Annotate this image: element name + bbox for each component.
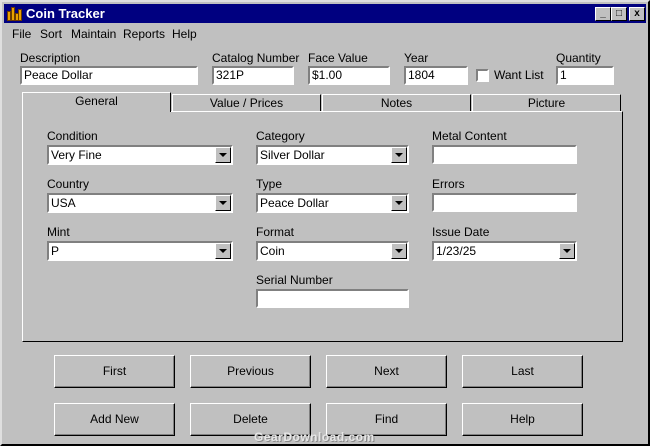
face-value-label: Face Value: [308, 51, 368, 65]
menu-file[interactable]: File: [12, 27, 31, 41]
chevron-down-icon[interactable]: [391, 147, 407, 163]
title-bar: Coin Tracker _ □ x: [4, 4, 646, 23]
help-button[interactable]: Help: [462, 403, 583, 436]
tab-general[interactable]: General: [22, 92, 171, 112]
year-field[interactable]: 1804: [404, 66, 468, 85]
want-list-label: Want List: [494, 68, 544, 82]
maximize-button[interactable]: □: [611, 7, 627, 21]
chevron-down-icon[interactable]: [215, 243, 231, 259]
condition-label: Condition: [47, 129, 98, 143]
chevron-down-icon[interactable]: [391, 243, 407, 259]
face-value-field[interactable]: $1.00: [308, 66, 390, 85]
format-label: Format: [256, 225, 295, 239]
issue-date-picker[interactable]: 1/23/25: [432, 241, 577, 261]
first-button[interactable]: First: [54, 355, 175, 388]
category-value: Silver Dollar: [260, 148, 325, 162]
format-dropdown[interactable]: Coin: [256, 241, 409, 261]
year-label: Year: [404, 51, 429, 65]
metal-content-field[interactable]: [432, 145, 577, 164]
country-label: Country: [47, 177, 90, 191]
condition-dropdown[interactable]: Very Fine: [47, 145, 233, 165]
watermark-text: GearDownload.com: [254, 430, 375, 444]
category-dropdown[interactable]: Silver Dollar: [256, 145, 409, 165]
type-dropdown[interactable]: Peace Dollar: [256, 193, 409, 213]
previous-button[interactable]: Previous: [190, 355, 311, 388]
chevron-down-icon[interactable]: [391, 195, 407, 211]
country-dropdown[interactable]: USA: [47, 193, 233, 213]
menu-sort[interactable]: Sort: [40, 27, 62, 41]
condition-value: Very Fine: [51, 148, 102, 162]
chevron-down-icon[interactable]: [559, 243, 575, 259]
next-button[interactable]: Next: [326, 355, 447, 388]
menu-maintain[interactable]: Maintain: [71, 27, 116, 41]
coin-tracker-app-icon: [6, 6, 22, 21]
menu-bar: File Sort Maintain Reports Help: [4, 24, 646, 44]
mint-dropdown[interactable]: P: [47, 241, 233, 261]
app-window: Coin Tracker _ □ x File Sort Maintain Re…: [0, 0, 650, 446]
serial-number-field[interactable]: [256, 289, 409, 308]
category-label: Category: [256, 129, 305, 143]
description-label: Description: [20, 51, 81, 65]
serial-number-label: Serial Number: [256, 273, 333, 287]
menu-help[interactable]: Help: [172, 27, 197, 41]
tab-value-prices[interactable]: Value / Prices: [172, 94, 321, 112]
chevron-down-icon[interactable]: [215, 195, 231, 211]
chevron-down-icon[interactable]: [215, 147, 231, 163]
close-button[interactable]: x: [629, 7, 645, 21]
menu-reports[interactable]: Reports: [123, 27, 165, 41]
mint-value: P: [51, 244, 60, 258]
tab-notes[interactable]: Notes: [322, 94, 471, 112]
issue-date-label: Issue Date: [432, 225, 490, 239]
mint-label: Mint: [47, 225, 70, 239]
quantity-field[interactable]: 1: [556, 66, 614, 85]
catalog-number-field[interactable]: 321P: [212, 66, 294, 85]
issue-date-value: 1/23/25: [436, 244, 477, 258]
minimize-button[interactable]: _: [595, 7, 611, 21]
country-value: USA: [51, 196, 76, 210]
description-field[interactable]: Peace Dollar: [20, 66, 198, 85]
catalog-number-label: Catalog Number: [212, 51, 300, 65]
add-new-button[interactable]: Add New: [54, 403, 175, 436]
format-value: Coin: [260, 244, 285, 258]
errors-field[interactable]: [432, 193, 577, 212]
metal-content-label: Metal Content: [432, 129, 507, 143]
tab-picture[interactable]: Picture: [472, 94, 621, 112]
errors-label: Errors: [432, 177, 465, 191]
type-label: Type: [256, 177, 283, 191]
last-button[interactable]: Last: [462, 355, 583, 388]
window-title: Coin Tracker: [26, 6, 105, 21]
quantity-label: Quantity: [556, 51, 601, 65]
type-value: Peace Dollar: [260, 196, 329, 210]
want-list-checkbox[interactable]: [476, 69, 489, 82]
